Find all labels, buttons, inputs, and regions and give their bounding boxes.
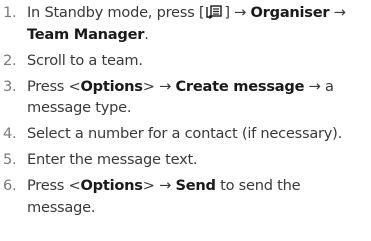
menu-path-term: Create message — [175, 77, 305, 95]
step-item: 4. Select a number for a contact (if nece… — [3, 123, 365, 145]
step-text: Select a number for a contact (if necess… — [27, 123, 365, 145]
step-text-segment: . — [144, 25, 149, 43]
menu-path-term: Options — [80, 77, 143, 95]
menu-path-term: Send — [175, 177, 216, 195]
step-item: 5. Enter the message text. — [3, 149, 365, 171]
step-number: 1. — [3, 4, 17, 21]
step-text-segment: > → — [142, 77, 176, 95]
step-number: 3. — [3, 77, 17, 95]
step-text: Press <Options> → Create message → a mes… — [27, 76, 365, 119]
step-text: Scroll to a team. — [27, 50, 365, 72]
instruction-steps-list: 1. In Standby mode, press [ ] → Organiser… — [3, 2, 365, 223]
step-item: 2. Scroll to a team. — [3, 50, 365, 72]
step-text-segment: Press < — [27, 177, 81, 195]
menu-path-term: Team Manager — [27, 25, 145, 43]
step-text-segment: Press < — [27, 77, 81, 95]
menu-path-term: Options — [80, 177, 143, 195]
step-number: 2. — [3, 51, 17, 69]
step-number: 6. — [3, 177, 17, 195]
step-text: Press <Options> → Send to send the messa… — [27, 175, 365, 218]
step-item: 6. Press <Options> → Send to send the mes… — [3, 175, 365, 218]
step-number: 5. — [3, 151, 17, 169]
step-text-segment: In Standby mode, press [ — [27, 4, 205, 21]
step-text: In Standby mode, press [ ] → Organiser →… — [27, 2, 365, 45]
step-text-segment: Scroll to a team. — [27, 51, 143, 69]
step-number: 4. — [3, 125, 17, 143]
step-text-segment: Enter the message text. — [27, 151, 198, 169]
step-text: Enter the message text. — [27, 149, 365, 171]
step-item: 3. Press <Options> → Create message → a m… — [3, 76, 365, 119]
menu-key-icon — [206, 5, 223, 19]
step-item: 1. In Standby mode, press [ ] → Organiser… — [3, 2, 365, 45]
step-text-segment: Select a number for a contact (if necess… — [27, 125, 343, 143]
step-text-segment: > → — [142, 177, 176, 195]
step-text-segment: → — [329, 4, 346, 21]
step-text-segment: ] → — [224, 4, 251, 21]
menu-path-term: Organiser — [250, 4, 330, 21]
